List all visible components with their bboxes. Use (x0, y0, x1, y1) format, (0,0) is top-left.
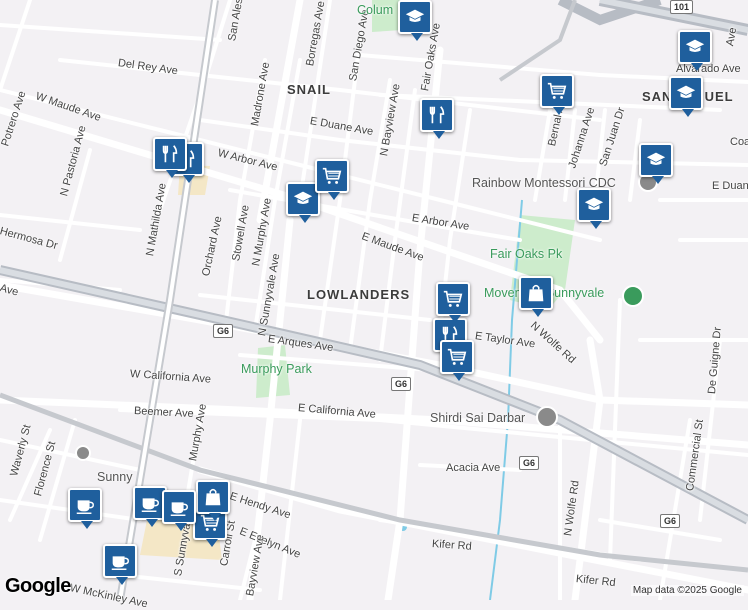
shopping-marker[interactable] (196, 480, 230, 521)
grocery-marker[interactable] (540, 74, 574, 115)
school-icon (685, 39, 705, 53)
highway-shield: 101 (670, 0, 694, 14)
street-label: Coa (730, 136, 748, 148)
grocery-marker[interactable] (436, 282, 470, 323)
shopping-bag-icon (528, 284, 544, 302)
school-icon (676, 85, 696, 99)
coffee-cup-icon (76, 500, 94, 514)
coffee-cup-icon (111, 556, 129, 570)
school-marker[interactable] (398, 0, 432, 41)
place-label[interactable]: Sunny (97, 470, 132, 484)
place-label[interactable]: Shirdi Sai Darbar (430, 411, 525, 425)
restaurant-marker[interactable] (153, 137, 187, 178)
school-icon (646, 152, 666, 166)
fitness-poi-icon[interactable] (622, 285, 644, 307)
fork-knife-icon (162, 145, 178, 163)
shopping-cart-icon (447, 348, 467, 365)
grocery-marker[interactable] (315, 159, 349, 200)
school-marker[interactable] (577, 188, 611, 229)
shopping-marker[interactable] (519, 276, 553, 317)
highway-shield: G6 (519, 456, 540, 470)
coffee-cup-icon (141, 498, 159, 512)
place-label[interactable]: Fair Oaks Pk (490, 247, 562, 261)
transit-poi-icon[interactable] (75, 445, 91, 461)
school-icon (584, 197, 604, 211)
street-label: Acacia Ave (446, 462, 501, 474)
cafe-marker[interactable] (68, 488, 102, 529)
school-marker[interactable] (639, 143, 673, 184)
neighborhood-label: SNAIL (287, 82, 331, 97)
google-logo: Google (5, 575, 71, 597)
school-marker[interactable] (669, 76, 703, 117)
shopping-cart-icon (443, 290, 463, 307)
cafe-marker[interactable] (103, 544, 137, 585)
place-label[interactable]: Murphy Park (241, 362, 312, 376)
street-label: E Duane Ave (712, 180, 748, 192)
restaurant-marker[interactable] (420, 98, 454, 139)
grocery-marker[interactable] (440, 340, 474, 381)
shopping-cart-icon (322, 167, 342, 184)
street-label: Alvarado Ave (676, 63, 741, 75)
place-label[interactable]: Colum (357, 3, 393, 17)
shopping-cart-icon (547, 82, 567, 99)
cafe-marker[interactable] (162, 490, 196, 531)
map-attribution[interactable]: Map data ©2025 Google (630, 585, 744, 596)
school-icon (405, 9, 425, 23)
neighborhood-label: LOWLANDERS (307, 287, 411, 302)
shopping-bag-icon (205, 488, 221, 506)
coffee-cup-icon (170, 502, 188, 516)
worship-poi-icon[interactable] (536, 406, 558, 428)
highway-shield: G6 (213, 324, 234, 338)
fork-knife-icon (429, 106, 445, 124)
highway-shield: G6 (660, 514, 681, 528)
school-marker[interactable] (678, 30, 712, 71)
school-icon (293, 191, 313, 205)
highway-shield: G6 (391, 377, 412, 391)
